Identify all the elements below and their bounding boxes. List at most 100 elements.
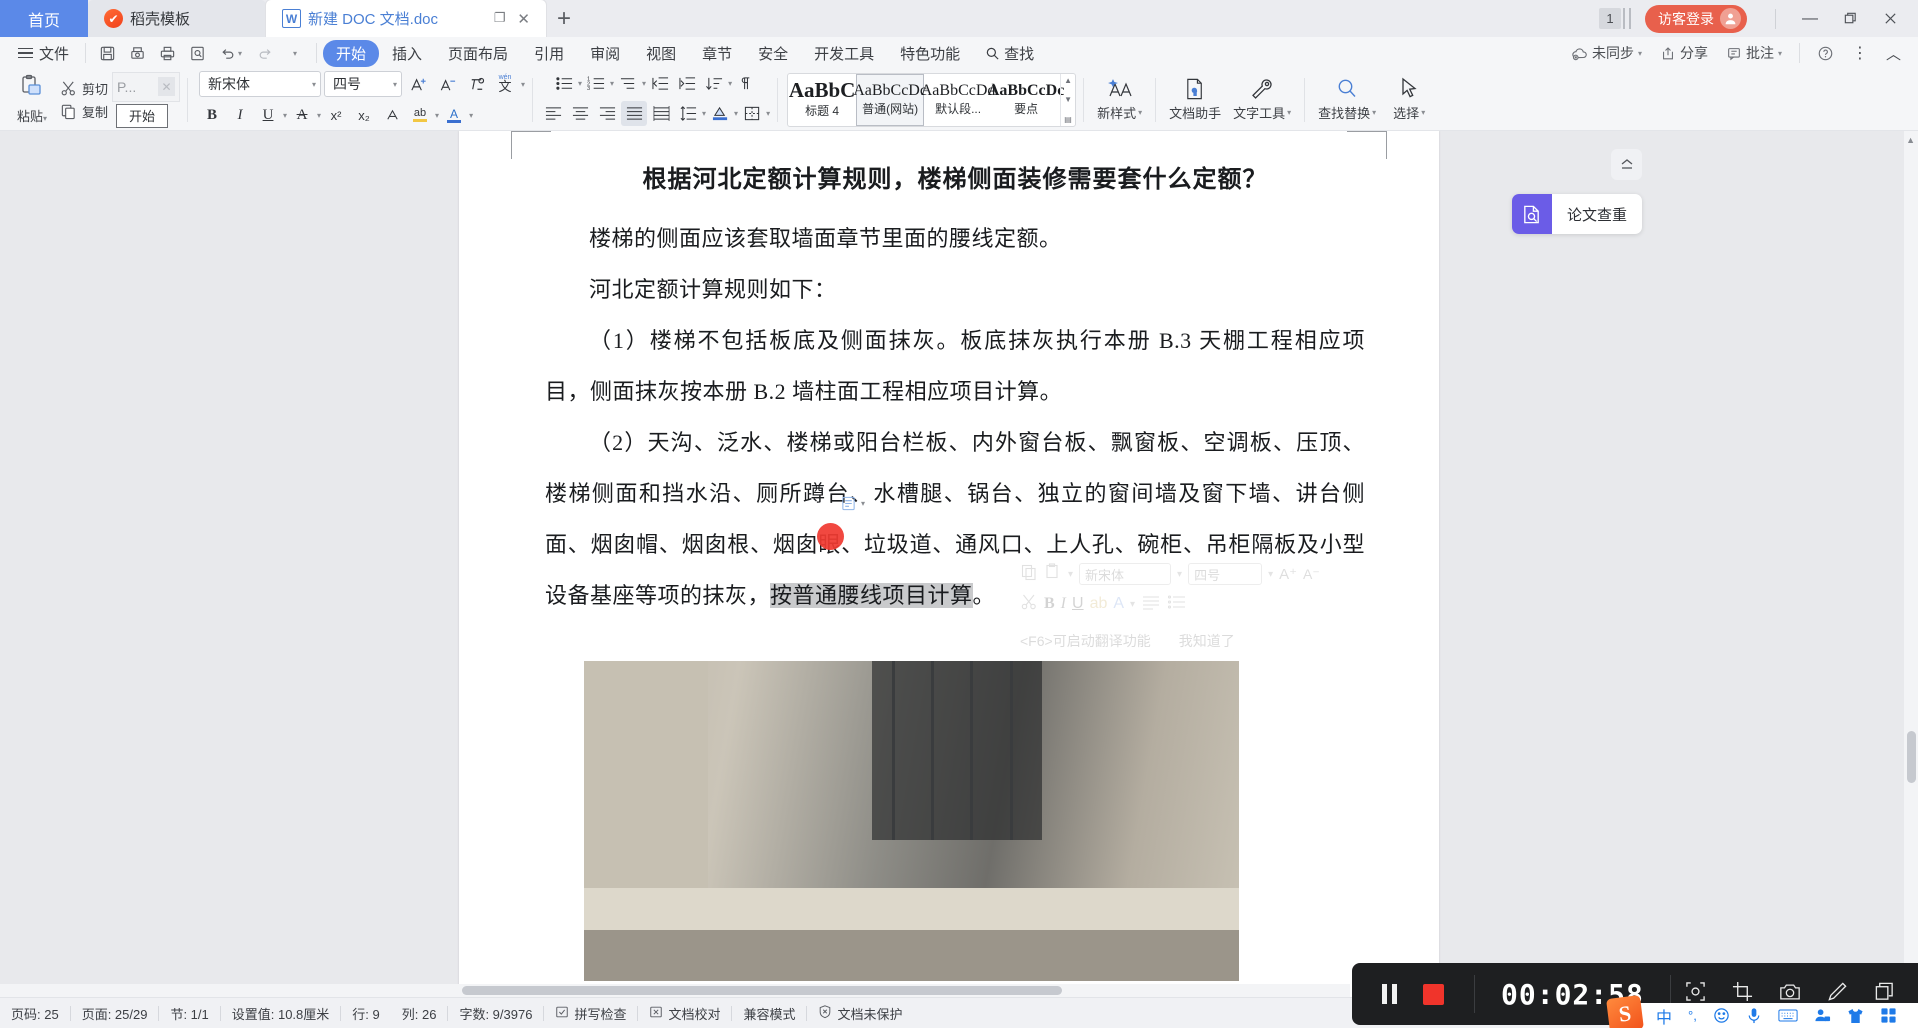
status-proofread[interactable]: 文档校对: [638, 1004, 731, 1023]
ribbon-tab-references[interactable]: 引用: [521, 40, 577, 67]
shrink-font-icon[interactable]: [434, 71, 460, 97]
status-section[interactable]: 节: 1/1: [159, 1004, 219, 1023]
stop-icon[interactable]: [1423, 983, 1444, 1005]
tab-list-icon[interactable]: [1623, 8, 1631, 29]
select-button[interactable]: 选择 ▾: [1382, 77, 1436, 122]
chinese-mode-icon[interactable]: 中: [1656, 1004, 1672, 1028]
bullets-icon[interactable]: [551, 71, 577, 96]
collapse-ribbon-button[interactable]: ︿: [1879, 43, 1908, 64]
ribbon-tab-developer[interactable]: 开发工具: [801, 40, 887, 67]
align-right-icon[interactable]: [594, 101, 620, 126]
status-page-count[interactable]: 页面: 25/29: [71, 1004, 159, 1023]
horizontal-scrollbar[interactable]: [0, 984, 1350, 997]
chevron-down-icon[interactable]: ▾: [317, 111, 321, 120]
chevron-down-icon[interactable]: ▾: [521, 80, 525, 89]
chevron-down-icon[interactable]: ▾: [861, 499, 865, 508]
pinyin-guide-icon[interactable]: wén 文: [492, 71, 518, 97]
paper-check-card[interactable]: 论文查重: [1511, 194, 1642, 234]
more-options-button[interactable]: ⋮: [1845, 43, 1875, 63]
chevron-down-icon[interactable]: ▾: [1372, 108, 1376, 117]
sort-icon[interactable]: [701, 71, 727, 96]
new-style-button[interactable]: 新样式 ▾: [1091, 77, 1148, 122]
align-left-icon[interactable]: [540, 101, 566, 126]
gallery-more-icon[interactable]: ▤: [1064, 115, 1072, 124]
multilevel-list-icon[interactable]: [615, 71, 641, 96]
chevron-down-icon[interactable]: ▾: [728, 79, 732, 88]
numbering-icon[interactable]: 123: [583, 71, 609, 96]
status-column[interactable]: 列: 26: [391, 1004, 448, 1023]
text-tools-button[interactable]: 文字工具 ▾: [1227, 77, 1297, 122]
chevron-down-icon[interactable]: ▾: [283, 111, 287, 120]
new-tab-button[interactable]: +: [546, 0, 582, 37]
comment-button[interactable]: 批注 ▾: [1719, 43, 1789, 63]
chevron-down-icon[interactable]: ▾: [766, 109, 770, 118]
close-icon[interactable]: ✕: [158, 77, 176, 96]
status-word-count[interactable]: 字数: 9/3976: [448, 1004, 543, 1023]
punctuation-icon[interactable]: °,: [1688, 1008, 1697, 1023]
voice-input-icon[interactable]: [1746, 1007, 1762, 1024]
sogou-ime-logo[interactable]: S: [1606, 995, 1644, 1028]
document-canvas[interactable]: 根据河北定额计算规则，楼梯侧面装修需要套什么定额？ 楼梯的侧面应该套取墙面章节里…: [0, 131, 1918, 997]
italic-icon[interactable]: I: [227, 102, 253, 128]
styles-gallery-scrollbar[interactable]: ▲ ▼ ▤: [1060, 73, 1075, 126]
status-setting-value[interactable]: 设置值: 10.8厘米: [221, 1004, 341, 1023]
align-center-icon[interactable]: [567, 101, 593, 126]
window-close-button[interactable]: [1870, 0, 1910, 37]
line-spacing-icon[interactable]: [675, 101, 701, 126]
ribbon-tab-security[interactable]: 安全: [745, 40, 801, 67]
scroll-down-icon[interactable]: ▼: [1064, 95, 1072, 104]
tab-close-icon[interactable]: ✕: [517, 10, 530, 28]
save-icon[interactable]: [92, 39, 122, 67]
soft-keyboard-icon[interactable]: [1778, 1008, 1798, 1023]
chevron-down-icon[interactable]: ▾: [642, 79, 646, 88]
justify-icon[interactable]: [621, 100, 648, 126]
style-item-keypoint[interactable]: AaBbCcDс 要点: [988, 74, 1064, 126]
font-size-combo[interactable]: 四号 ▾: [324, 71, 403, 97]
tab-restore-icon[interactable]: ❐: [494, 10, 506, 28]
tab-daoke-template[interactable]: ✔ 稻壳模板: [88, 0, 266, 37]
style-item-heading4[interactable]: AaBbC 标题 4: [788, 74, 856, 126]
scroll-up-icon[interactable]: ▲: [1906, 135, 1915, 145]
shading-icon[interactable]: [707, 101, 733, 126]
chevron-down-icon[interactable]: ▾: [734, 109, 738, 118]
char-border-icon[interactable]: [379, 102, 405, 128]
ribbon-tab-review[interactable]: 审阅: [577, 40, 633, 67]
chevron-down-icon[interactable]: ▾: [387, 80, 397, 89]
vertical-scroll-thumb[interactable]: [1907, 731, 1916, 783]
document-text[interactable]: 根据河北定额计算规则，楼梯侧面装修需要套什么定额？ 楼梯的侧面应该套取墙面章节里…: [545, 159, 1365, 621]
chevron-down-icon[interactable]: ▾: [435, 111, 439, 120]
pause-icon[interactable]: [1382, 984, 1397, 1004]
copy-button[interactable]: 复制: [60, 102, 108, 121]
status-line[interactable]: 行: 9: [341, 1004, 390, 1023]
search-doc-icon[interactable]: [182, 39, 212, 67]
document-image[interactable]: [584, 661, 1239, 981]
ribbon-tab-view[interactable]: 视图: [633, 40, 689, 67]
chevron-down-icon[interactable]: ▾: [702, 109, 706, 118]
skin-icon[interactable]: [1847, 1008, 1864, 1024]
chevron-down-icon[interactable]: ▾: [578, 79, 582, 88]
print-preview-icon[interactable]: [122, 39, 152, 67]
ribbon-find-button[interactable]: 查找: [973, 43, 1046, 64]
ribbon-tab-page-layout[interactable]: 页面布局: [435, 40, 521, 67]
show-marks-icon[interactable]: [733, 71, 759, 96]
tab-count-badge[interactable]: 1: [1599, 8, 1621, 29]
document-page[interactable]: 根据河北定额计算规则，楼梯侧面装修需要套什么定额？ 楼梯的侧面应该套取墙面章节里…: [459, 131, 1439, 997]
ribbon-tab-features[interactable]: 特色功能: [887, 40, 973, 67]
login-button[interactable]: 访客登录: [1645, 4, 1747, 33]
undo-icon[interactable]: ▾: [212, 39, 250, 67]
emoji-icon[interactable]: [1713, 1007, 1730, 1024]
format-painter-input[interactable]: P... ✕: [112, 71, 181, 102]
ribbon-tab-start[interactable]: 开始: [323, 39, 380, 67]
paste-button[interactable]: 粘贴▾: [6, 74, 58, 125]
status-doc-protection[interactable]: 文档未保护: [807, 1004, 913, 1023]
window-maximize-button[interactable]: [1830, 0, 1870, 37]
start-dropdown-box[interactable]: 开始: [116, 103, 169, 128]
chevron-down-icon[interactable]: ▾: [306, 80, 316, 89]
style-item-default-paragraph[interactable]: AaBbCcDd 默认段...: [921, 74, 996, 126]
undo-caret-icon[interactable]: ▾: [238, 49, 242, 58]
style-item-normal-web[interactable]: AaBbCcDс 普通(网站): [853, 73, 927, 126]
underline-icon[interactable]: U: [255, 102, 281, 128]
chevron-down-icon[interactable]: ▾: [1638, 49, 1642, 58]
share-button[interactable]: 分享: [1653, 43, 1715, 63]
clear-format-icon[interactable]: [463, 71, 489, 97]
